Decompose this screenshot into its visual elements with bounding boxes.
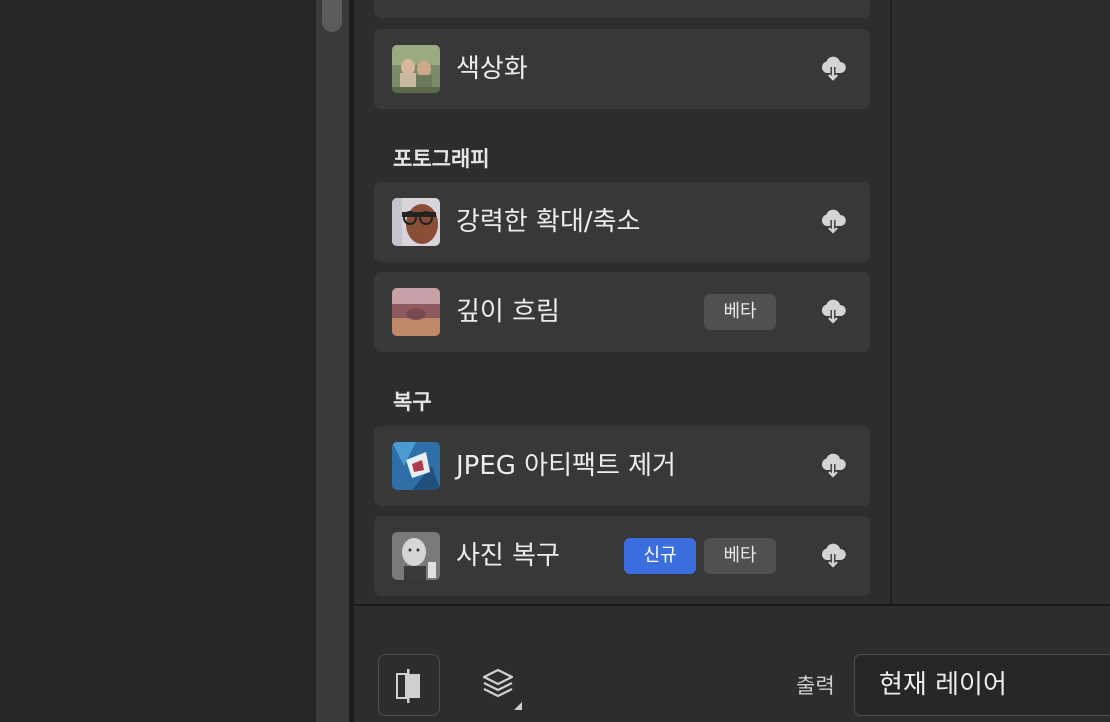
section-title-restoration: 복구 [393, 390, 432, 414]
scrollbar-track[interactable] [316, 0, 349, 722]
filter-label: 사진 복구 [456, 541, 560, 571]
layers-button[interactable] [478, 664, 526, 712]
super-zoom-thumbnail [392, 198, 440, 246]
filter-card-super-zoom[interactable]: 강력한 확대/축소 [374, 182, 870, 262]
filter-label: 깊이 흐림 [456, 297, 560, 327]
filter-label: 강력한 확대/축소 [456, 207, 641, 237]
filter-card-colorize[interactable]: 색상화 [374, 29, 870, 109]
filter-card-partial[interactable] [374, 0, 870, 18]
jpeg-artifacts-thumbnail [392, 442, 440, 490]
filter-card-jpeg-artifacts-removal[interactable]: JPEG 아티팩트 제거 [374, 426, 870, 506]
colorize-thumbnail [392, 45, 440, 93]
photo-restoration-thumbnail [392, 532, 440, 580]
new-badge: 신규 [624, 538, 696, 574]
layers-icon [482, 668, 522, 710]
output-label: 출력 [796, 674, 835, 698]
cloud-download-icon[interactable] [818, 54, 848, 84]
beta-badge: 베타 [704, 538, 776, 574]
output-select[interactable]: 현재 레이어 [854, 654, 1110, 716]
filter-label: 색상화 [456, 54, 528, 84]
beta-badge: 베타 [704, 294, 776, 330]
scrollbar-thumb[interactable] [322, 0, 342, 32]
section-title-photography: 포토그래피 [393, 147, 490, 171]
filter-card-depth-blur[interactable]: 깊이 흐림 베타 [374, 272, 870, 352]
compare-button[interactable] [378, 654, 440, 716]
cloud-download-icon[interactable] [818, 297, 848, 327]
filter-label: JPEG 아티팩트 제거 [456, 451, 676, 481]
depth-blur-thumbnail [392, 288, 440, 336]
cloud-download-icon[interactable] [818, 541, 848, 571]
cloud-download-icon[interactable] [818, 207, 848, 237]
cloud-download-icon[interactable] [818, 451, 848, 481]
compare-split-icon [396, 669, 420, 703]
right-panel-area [892, 0, 1110, 604]
left-canvas-area [0, 0, 316, 722]
filter-card-photo-restoration[interactable]: 사진 복구 신규 베타 [374, 516, 870, 596]
output-select-value: 현재 레이어 [879, 670, 1007, 700]
